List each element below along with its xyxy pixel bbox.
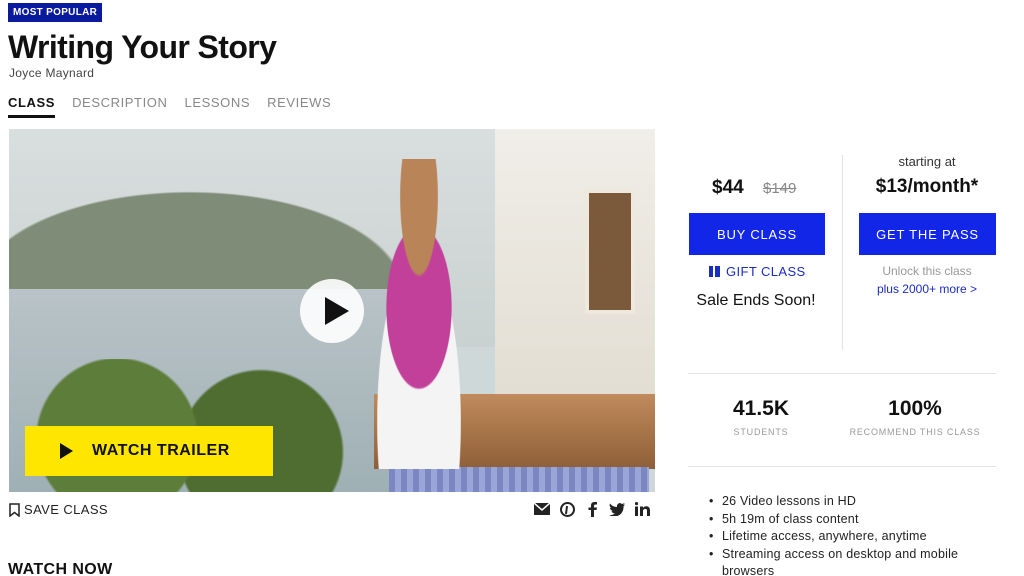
watch-now-heading: WATCH NOW bbox=[8, 561, 113, 576]
video-thumbnail-cloth bbox=[389, 467, 649, 492]
students-label: STUDENTS bbox=[733, 427, 789, 437]
video-player[interactable]: WATCH TRAILER bbox=[9, 129, 655, 492]
sale-price: $44 bbox=[712, 177, 744, 198]
play-button[interactable] bbox=[300, 279, 364, 343]
email-icon[interactable] bbox=[534, 501, 550, 517]
video-thumbnail-door bbox=[585, 189, 635, 314]
most-popular-badge: MOST POPULAR bbox=[8, 3, 103, 22]
tab-reviews[interactable]: REVIEWS bbox=[267, 95, 331, 118]
panel-divider-bottom bbox=[688, 466, 996, 467]
bookmark-icon bbox=[9, 502, 20, 517]
recommend-stat: 100% RECOMMEND THIS CLASS bbox=[840, 397, 990, 437]
pricing-divider bbox=[842, 155, 843, 350]
facebook-icon[interactable] bbox=[584, 501, 600, 517]
more-classes-link[interactable]: plus 2000+ more > bbox=[858, 282, 996, 296]
recommend-label: RECOMMEND THIS CLASS bbox=[849, 427, 981, 437]
pinterest-icon[interactable] bbox=[559, 501, 575, 517]
tab-class[interactable]: CLASS bbox=[8, 95, 56, 118]
panel-divider-top bbox=[688, 373, 996, 374]
gift-icon bbox=[709, 266, 720, 277]
feature-item: 5h 19m of class content bbox=[709, 511, 958, 529]
video-thumbnail-instructor bbox=[354, 159, 484, 469]
original-price: $149 bbox=[763, 180, 797, 197]
share-icons bbox=[534, 501, 650, 517]
watch-trailer-button[interactable]: WATCH TRAILER bbox=[25, 426, 273, 476]
play-triangle-icon bbox=[60, 443, 73, 459]
play-icon bbox=[325, 297, 349, 325]
pass-monthly-price: $13/month* bbox=[875, 176, 979, 197]
tab-description[interactable]: DESCRIPTION bbox=[72, 95, 167, 118]
students-stat: 41.5K STUDENTS bbox=[686, 397, 836, 437]
watch-trailer-label: WATCH TRAILER bbox=[92, 442, 230, 459]
save-class-button[interactable]: SAVE CLASS bbox=[9, 502, 108, 517]
recommend-percent: 100% bbox=[888, 397, 942, 420]
feature-item: 26 Video lessons in HD bbox=[709, 493, 958, 511]
linkedin-icon[interactable] bbox=[634, 501, 650, 517]
buy-class-button[interactable]: BUY CLASS bbox=[689, 213, 825, 255]
gift-class-link[interactable]: GIFT CLASS bbox=[709, 264, 806, 279]
instructor-name[interactable]: Joyce Maynard bbox=[9, 66, 94, 80]
students-count: 41.5K bbox=[732, 397, 790, 420]
unlock-class-text: Unlock this class bbox=[882, 264, 972, 278]
class-title: Writing Your Story bbox=[8, 29, 277, 65]
sale-ends-text: Sale Ends Soon! bbox=[696, 292, 816, 309]
class-features-list: 26 Video lessons in HD 5h 19m of class c… bbox=[709, 493, 958, 576]
get-the-pass-button[interactable]: GET THE PASS bbox=[859, 213, 996, 255]
feature-item-continued: browsers bbox=[722, 564, 775, 576]
twitter-icon[interactable] bbox=[609, 501, 625, 517]
save-class-label: SAVE CLASS bbox=[24, 502, 108, 517]
feature-item: Lifetime access, anywhere, anytime bbox=[709, 528, 958, 546]
gift-class-label: GIFT CLASS bbox=[726, 264, 806, 279]
pass-starting-at: starting at bbox=[898, 154, 956, 169]
class-tabs: CLASS DESCRIPTION LESSONS REVIEWS bbox=[8, 95, 348, 118]
feature-item: Streaming access on desktop and mobile bbox=[709, 546, 958, 564]
tab-lessons[interactable]: LESSONS bbox=[185, 95, 251, 118]
